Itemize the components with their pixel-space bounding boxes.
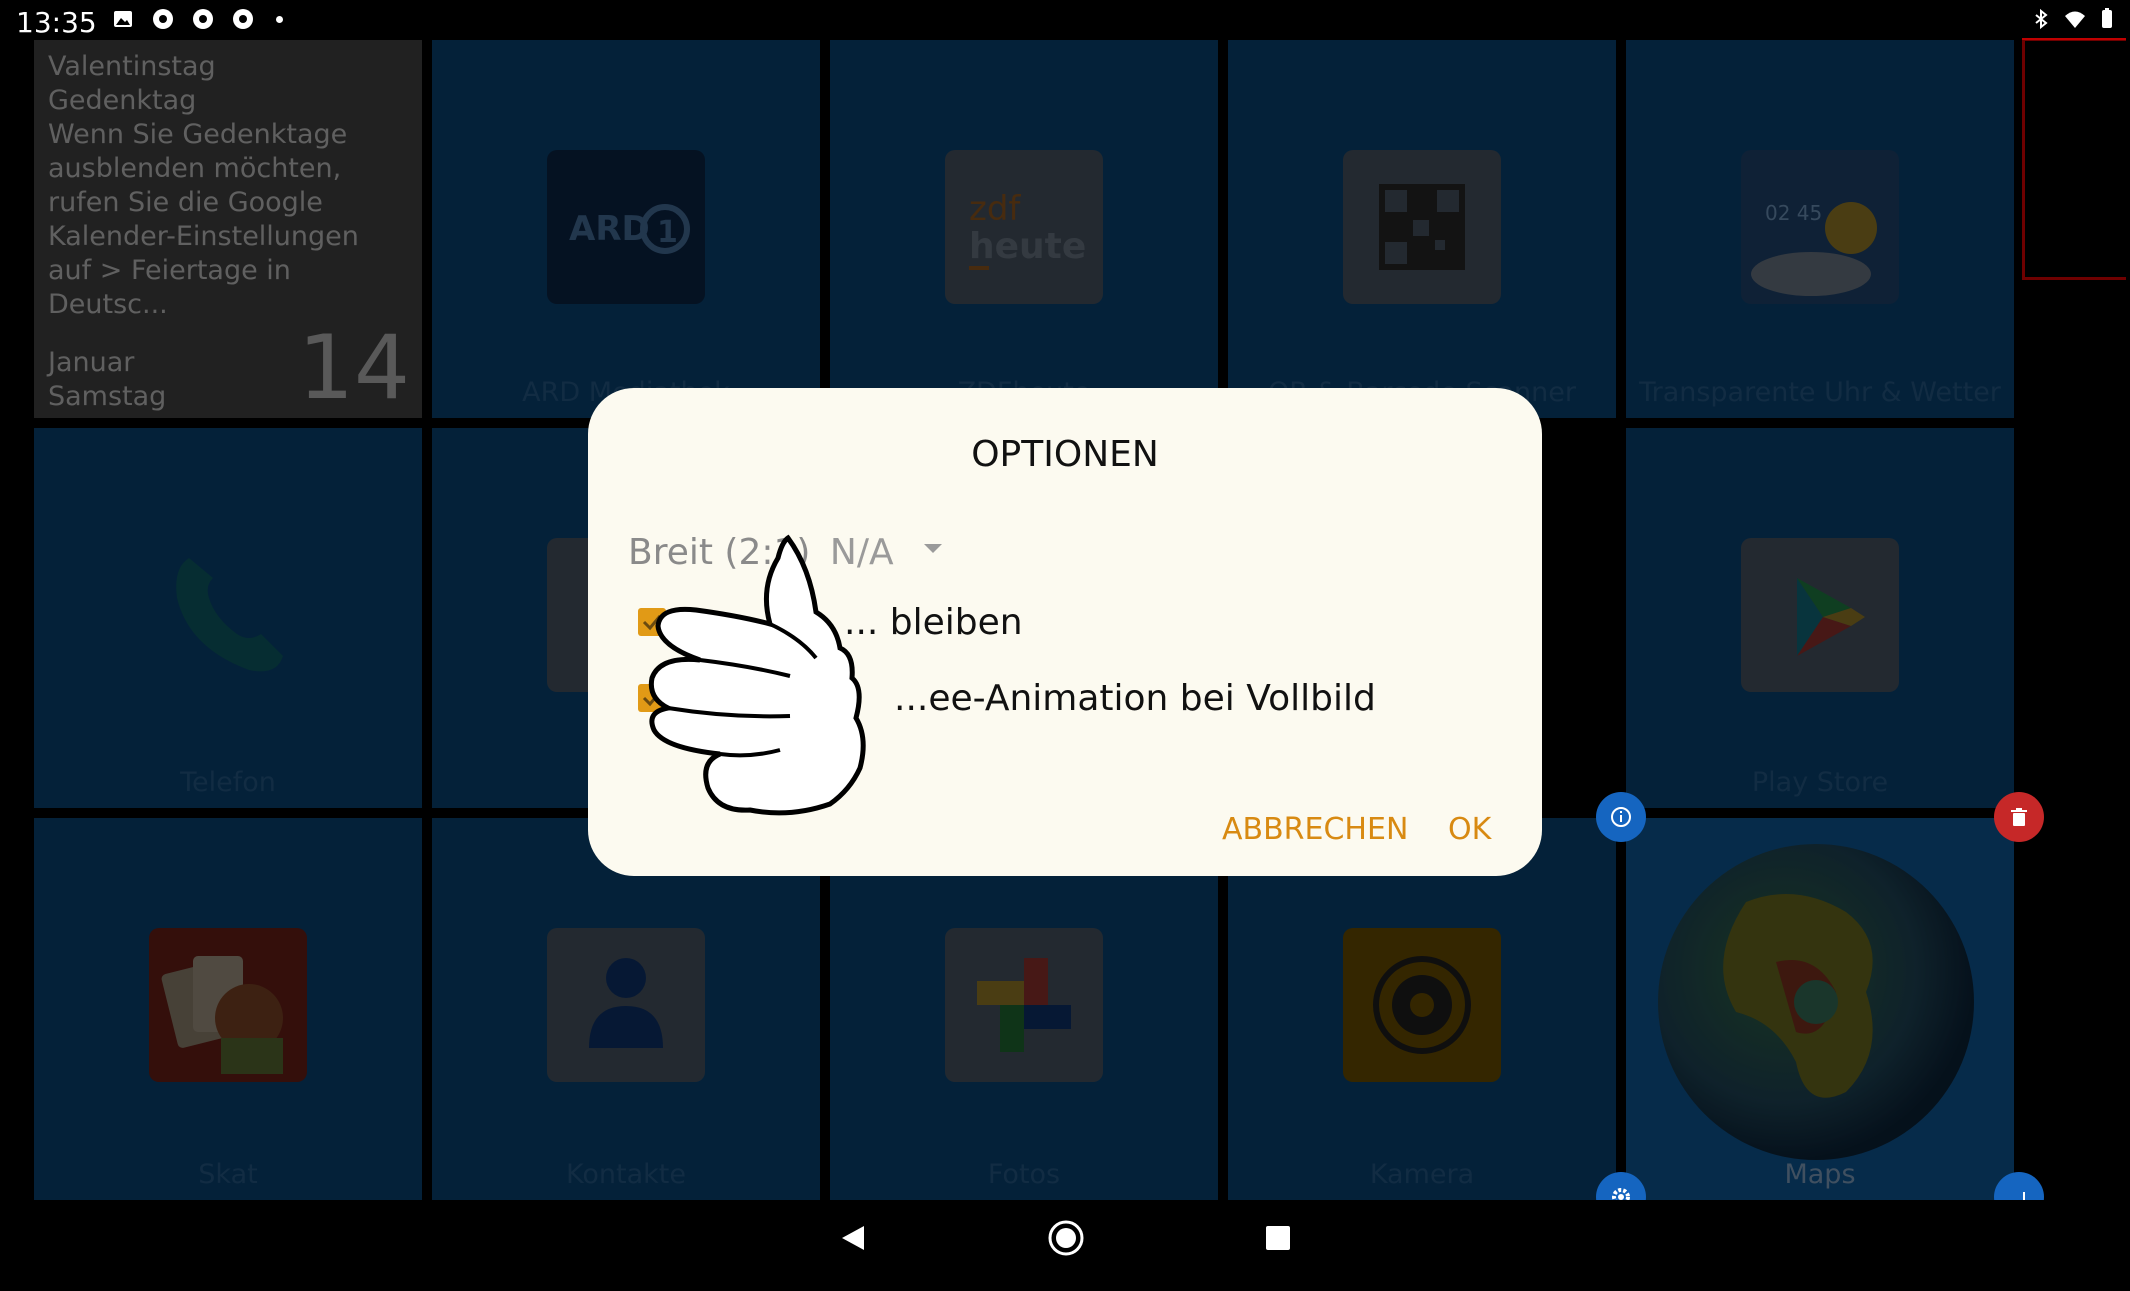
trash-icon [2011,808,2027,826]
app-tile-qr-scanner[interactable]: QR & Barcode Scanner [1228,40,1616,418]
home-icon[interactable] [1046,1218,1086,1258]
contacts-icon [547,928,705,1082]
app-label: Transparente Uhr & Wetter [1639,377,2001,408]
bluetooth-icon [2035,8,2048,30]
pointing-hand-icon [648,534,866,816]
globe-icon [1658,844,1974,1160]
app-tile-skat[interactable]: Skat [34,818,422,1200]
notification-dot [276,16,283,23]
app-label: Skat [198,1159,258,1190]
calendar-day-number: 14 [298,316,410,418]
recents-icon[interactable] [1258,1218,1298,1258]
svg-text:1: 1 [657,215,678,250]
chevron-down-icon[interactable] [924,544,942,553]
ok-button[interactable]: OK [1448,812,1491,847]
checkbox-2-label: ...ee-Animation bei Vollbild [894,678,1376,719]
battery-icon [2102,8,2112,28]
info-handle[interactable] [1596,792,1646,842]
app-label: Kamera [1369,1159,1475,1190]
ard-icon: ARD 1 [547,150,705,304]
image-icon [114,11,132,27]
weather-clock-icon: 02 45 [1741,150,1899,304]
cancel-button[interactable]: ABBRECHEN [1222,812,1408,847]
app-tile-maps[interactable]: Maps [1626,818,2014,1200]
status-bar: 13:35 [0,0,2130,40]
skat-cards-icon [149,928,307,1082]
info-icon [1611,807,1631,827]
status-time: 13:35 [16,6,97,39]
calendar-event-description: Valentinstag Gedenktag Wenn Sie Gedenkta… [48,51,359,320]
svg-text:ARD: ARD [569,209,650,249]
qr-code-icon [1343,150,1501,304]
delete-handle[interactable] [1994,792,2044,842]
phone-icon [149,538,307,692]
app-label: Play Store [1751,767,1889,798]
chrome-icon [233,9,253,29]
zdf-heute-icon: zdf heute [945,150,1103,304]
app-tile-telefon[interactable]: Telefon [34,428,422,808]
dialog-title: OPTIONEN [971,434,1159,475]
app-label: Fotos [987,1159,1061,1190]
app-label: Telefon [180,767,276,798]
calendar-widget[interactable]: Valentinstag Gedenktag Wenn Sie Gedenkta… [34,40,422,418]
svg-text:zdf: zdf [969,189,1021,229]
google-photos-icon [945,928,1103,1082]
app-tile-weather-clock[interactable]: 02 45 Transparente Uhr & Wetter [1626,40,2014,418]
navigation-bar [0,1200,2130,1291]
calendar-month-weekday: Januar Samstag [48,347,167,412]
play-store-icon [1741,538,1899,692]
chrome-icon [153,9,173,29]
app-label: Maps [1784,1159,1856,1190]
camera-icon [1343,928,1501,1082]
back-icon[interactable] [834,1218,874,1258]
app-tile-ard[interactable]: ARD1 ARD Mediathek [432,40,820,418]
selection-frame [2022,38,2126,280]
app-label: Kontakte [566,1159,686,1190]
app-tile-play-store[interactable]: Play Store [1626,428,2014,808]
app-tile-zdfheute[interactable]: zdfheute ZDFheute [830,40,1218,418]
svg-text:heute: heute [969,226,1086,267]
svg-text:02 45: 02 45 [1765,201,1822,225]
chrome-icon [193,9,213,29]
wifi-icon [2065,11,2085,28]
